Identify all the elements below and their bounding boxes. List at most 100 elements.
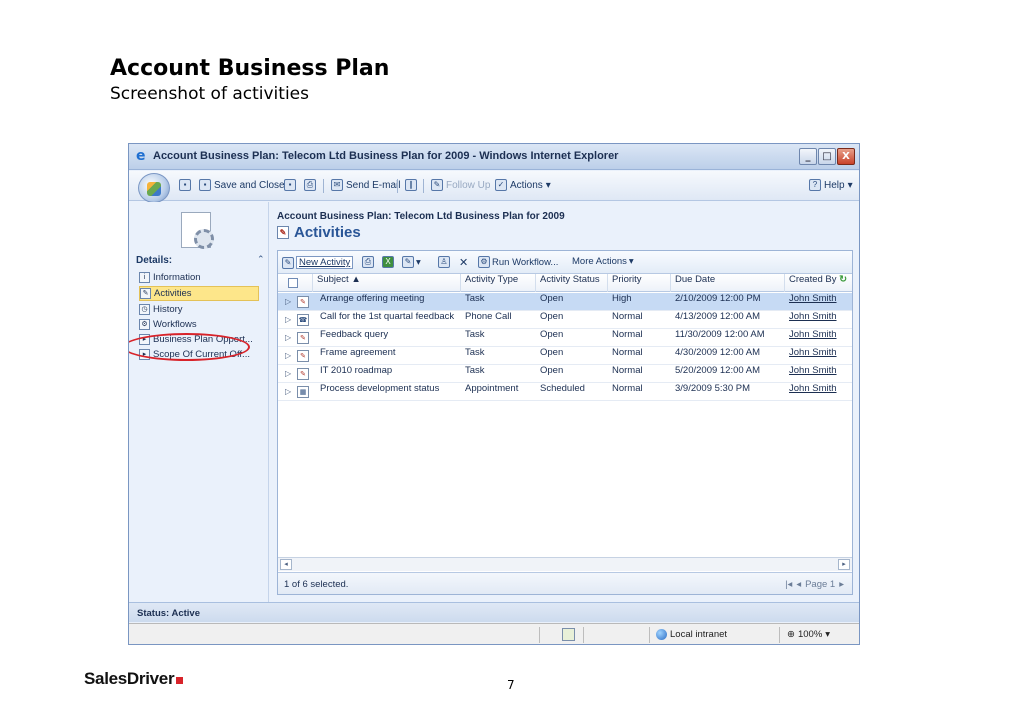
statusbar-divider — [649, 627, 650, 643]
grid-toolbar: ✎ New Activity ⎙ X ✎ ▾ ♙ ✕ ⚙ Run Workflow..… — [278, 251, 852, 274]
follow-up-icon: ✎ — [431, 179, 443, 191]
column-due-date[interactable]: Due Date — [670, 274, 784, 292]
table-row[interactable]: ▷ ☎ Call for the 1st quartal feedback Ph… — [278, 311, 852, 329]
column-subject[interactable]: Subject ▲ — [312, 274, 460, 292]
crm-logo-icon[interactable] — [138, 173, 170, 203]
attach-icon[interactable]: ∥ — [405, 179, 417, 191]
cell-activity-type: Appointment — [465, 383, 519, 394]
zoom-control[interactable]: ⊕ 100% ▾ — [787, 629, 830, 640]
record-status-bar: Status: Active — [129, 602, 859, 622]
slide-title: Account Business Plan — [110, 56, 390, 81]
cell-activity-status: Open — [540, 311, 564, 322]
follow-up-button[interactable]: ✎ Follow Up — [431, 179, 490, 191]
expand-icon[interactable]: ▷ — [285, 293, 291, 311]
slide-subtitle: Screenshot of activities — [110, 84, 309, 104]
table-row[interactable]: ▷ ✎ Feedback query Task Open Normal 11/3… — [278, 329, 852, 347]
cell-created-by-link[interactable]: John Smith — [785, 329, 852, 347]
nav-item-workflows[interactable]: ⚙ Workflows — [139, 317, 259, 332]
save-icon[interactable]: ▪ — [179, 179, 191, 191]
cell-subject: Process development status — [320, 383, 440, 394]
cell-due-date: 4/13/2009 12:00 AM — [675, 311, 761, 322]
select-all-checkbox[interactable] — [288, 278, 298, 288]
cell-activity-status: Open — [540, 347, 564, 358]
print-icon[interactable]: ⎙ — [304, 179, 316, 191]
task-icon: ✎ — [297, 296, 309, 308]
table-row[interactable]: ▷ ✎ Arrange offering meeting Task Open H… — [278, 293, 852, 311]
table-row[interactable]: ▷ ✎ IT 2010 roadmap Task Open Normal 5/2… — [278, 365, 852, 383]
cell-created-by-link[interactable]: John Smith — [785, 311, 852, 329]
column-activity-status[interactable]: Activity Status — [535, 274, 607, 292]
column-created-by[interactable]: Created By ↻ — [784, 274, 852, 292]
internet-explorer-icon: e — [136, 148, 146, 164]
expand-icon[interactable]: ▷ — [285, 311, 291, 329]
task-icon: ✎ — [297, 332, 309, 344]
expand-icon[interactable]: ▷ — [285, 383, 291, 401]
more-actions-menu[interactable]: More Actions ▾ — [572, 256, 634, 267]
nav-item-activities[interactable]: ✎ Activities — [139, 286, 259, 301]
assign-icon[interactable]: ♙ — [438, 256, 450, 268]
table-row[interactable]: ▷ ▦ Process development status Appointme… — [278, 383, 852, 401]
excel-export-icon[interactable]: X — [382, 256, 394, 268]
cell-activity-status: Open — [540, 365, 564, 376]
scroll-left-icon[interactable]: ◂ — [280, 559, 292, 570]
cell-due-date: 2/10/2009 12:00 PM — [675, 293, 761, 304]
cell-due-date: 4/30/2009 12:00 AM — [675, 347, 761, 358]
table-row[interactable]: ▷ ✎ Frame agreement Task Open Normal 4/3… — [278, 347, 852, 365]
cell-created-by-link[interactable]: John Smith — [785, 293, 852, 311]
send-email-button[interactable]: ✉ Send E-mail — [331, 179, 400, 191]
first-page-icon[interactable]: |◂ — [785, 579, 792, 590]
save-new-icon[interactable]: ▪ — [284, 179, 296, 191]
collapse-icon[interactable]: ⌃ — [257, 255, 265, 265]
actions-menu[interactable]: ✓ Actions ▾ — [495, 179, 551, 191]
cell-subject: Frame agreement — [320, 347, 396, 358]
zoom-icon: ⊕ — [787, 629, 795, 640]
window-title: Account Business Plan: Telecom Ltd Busin… — [153, 150, 619, 162]
close-button[interactable]: X — [837, 148, 855, 165]
expand-icon[interactable]: ▷ — [285, 365, 291, 383]
expand-icon[interactable]: ▷ — [285, 347, 291, 365]
cell-activity-type: Task — [465, 365, 485, 376]
toolbar-divider — [323, 179, 324, 193]
run-workflow-button[interactable]: ⚙ Run Workflow... — [478, 256, 558, 268]
actions-icon: ✓ — [495, 179, 507, 191]
cell-created-by-link[interactable]: John Smith — [785, 365, 852, 383]
column-activity-type[interactable]: Activity Type — [460, 274, 535, 292]
new-activity-button[interactable]: ✎ New Activity — [282, 256, 354, 269]
activities-grid: ✎ New Activity ⎙ X ✎ ▾ ♙ ✕ ⚙ Run Workflow..… — [277, 250, 853, 595]
toolbar-divider — [397, 179, 398, 193]
cell-created-by-link[interactable]: John Smith — [785, 347, 852, 365]
information-icon: i — [139, 272, 150, 283]
scroll-right-icon[interactable]: ▸ — [838, 559, 850, 570]
expand-icon[interactable]: ▷ — [285, 329, 291, 347]
browser-status-bar: Local intranet ⊕ 100% ▾ — [129, 623, 859, 644]
logo-accent-dot — [176, 677, 184, 684]
cell-activity-type: Task — [465, 293, 485, 304]
details-heading: Details: — [136, 255, 173, 266]
print-icon[interactable]: ⎙ — [362, 256, 374, 268]
delete-icon[interactable]: ✕ — [459, 256, 468, 269]
grid-footer: 1 of 6 selected. |◂ ◂ Page 1 ▸ — [278, 572, 852, 594]
next-page-icon[interactable]: ▸ — [839, 579, 844, 590]
cell-subject: Call for the 1st quartal feedback — [320, 311, 455, 322]
nav-item-information[interactable]: i Information — [139, 270, 259, 285]
chevron-down-icon: ▾ — [545, 179, 551, 191]
globe-icon — [656, 629, 667, 640]
window-titlebar: e Account Business Plan: Telecom Ltd Bus… — [129, 144, 859, 170]
cell-created-by-link[interactable]: John Smith — [785, 383, 852, 401]
form-gear-icon — [181, 212, 214, 249]
refresh-icon[interactable]: ↻ — [839, 274, 847, 285]
horizontal-scrollbar[interactable]: ◂ ▸ — [278, 557, 852, 571]
cell-activity-status: Open — [540, 329, 564, 340]
section-title: ✎ Activities — [277, 224, 361, 241]
chevron-down-icon: ▾ — [847, 179, 853, 191]
column-priority[interactable]: Priority — [607, 274, 670, 292]
page-label: Page 1 — [805, 579, 836, 590]
nav-item-history[interactable]: ◷ History — [139, 302, 259, 317]
maximize-button[interactable]: □ — [818, 148, 836, 165]
edit-icon[interactable]: ✎ ▾ — [402, 256, 421, 268]
chevron-down-icon: ▾ — [825, 629, 831, 640]
save-and-close-button[interactable]: ▪ Save and Close — [199, 179, 285, 191]
minimize-button[interactable]: _ — [799, 148, 817, 165]
previous-page-icon[interactable]: ◂ — [796, 579, 801, 590]
help-menu[interactable]: ? Help ▾ — [809, 179, 853, 191]
